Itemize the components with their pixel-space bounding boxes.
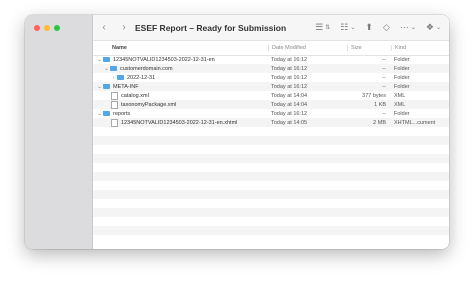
table-row[interactable]: ⌄ META-INF Today at 16:12 -- Folder xyxy=(93,82,449,91)
column-name-header[interactable]: Name xyxy=(93,45,268,51)
dropbox-button[interactable]: ❖ ⌄ xyxy=(426,22,441,33)
zoom-button[interactable] xyxy=(54,25,60,31)
folder-icon xyxy=(103,56,110,62)
row-kind: XHTML...cument xyxy=(394,119,436,126)
empty-row xyxy=(93,145,449,154)
row-name: 2022-12-31 xyxy=(127,74,156,81)
file-icon xyxy=(111,118,118,127)
empty-row xyxy=(93,163,449,172)
content-area: ‹ › ESEF Report – Ready for Submission ☰… xyxy=(93,15,449,249)
chevron-down-icon: ⌄ xyxy=(350,25,356,31)
empty-row xyxy=(93,136,449,145)
chevron-down-icon: ⌄ xyxy=(410,25,416,31)
table-row[interactable]: ⌄ 12345NOTVALID1234503-2022-12-31-en Tod… xyxy=(93,55,449,64)
table-row[interactable]: › 2022-12-31 Today at 16:12 -- Folder xyxy=(93,73,449,82)
row-size: 377 bytes xyxy=(362,92,386,99)
minimize-button[interactable] xyxy=(44,25,50,31)
empty-row xyxy=(93,154,449,163)
disclosure-open-icon[interactable]: ⌄ xyxy=(96,84,103,90)
row-name: reports xyxy=(113,110,131,117)
folder-icon xyxy=(117,74,124,80)
row-name: 12345NOTVALID1234503-2022-12-31-en xyxy=(113,56,215,63)
disclosure-open-icon[interactable]: ⌄ xyxy=(103,66,110,72)
row-name: taxonomyPackage.xml xyxy=(121,101,177,108)
grid-icon: ☷ xyxy=(340,22,349,32)
row-name: 12345NOTVALID1234503-2022-12-31-en.xhtml xyxy=(121,119,238,126)
disclosure-open-icon[interactable]: ⌄ xyxy=(96,57,103,63)
folder-icon xyxy=(110,65,117,71)
dropbox-icon: ❖ xyxy=(425,22,434,32)
column-size-header[interactable]: Size xyxy=(347,45,391,51)
row-kind: XML xyxy=(394,92,406,99)
close-button[interactable] xyxy=(34,25,40,31)
disclosure-closed-icon[interactable]: › xyxy=(110,75,117,81)
table-row[interactable]: 12345NOTVALID1234503-2022-12-31-en.xhtml… xyxy=(93,118,449,127)
grid-view-button[interactable]: ☷ ⌄ xyxy=(340,22,355,33)
list-view-button[interactable]: ☰ ⇅ xyxy=(315,22,330,33)
share-icon[interactable]: ⬆ xyxy=(365,22,373,33)
toolbar: ‹ › ESEF Report – Ready for Submission ☰… xyxy=(93,15,449,41)
table-row[interactable]: ⌄ reports Today at 16:12 -- Folder xyxy=(93,109,449,118)
row-name: catalog.xml xyxy=(121,92,149,99)
empty-row xyxy=(93,127,449,136)
empty-row xyxy=(93,226,449,235)
row-size: -- xyxy=(382,74,386,81)
table-row[interactable]: taxonomyPackage.xml Today at 14:04 1 KB … xyxy=(93,100,449,109)
empty-row xyxy=(93,172,449,181)
row-name: META-INF xyxy=(113,83,139,90)
row-kind: Folder xyxy=(394,110,410,117)
row-date: Today at 16:12 xyxy=(271,56,308,63)
row-date: Today at 16:12 xyxy=(271,65,308,72)
row-date: Today at 16:12 xyxy=(271,110,308,117)
row-size: -- xyxy=(382,83,386,90)
row-size: -- xyxy=(382,65,386,72)
empty-row xyxy=(93,199,449,208)
row-kind: Folder xyxy=(394,65,410,72)
row-date: Today at 16:12 xyxy=(271,83,308,90)
folder-icon xyxy=(103,110,110,116)
row-kind: Folder xyxy=(394,74,410,81)
row-kind: Folder xyxy=(394,83,410,90)
column-kind-header[interactable]: Kind xyxy=(391,45,449,51)
forward-icon[interactable]: › xyxy=(117,22,131,33)
row-name: customerdomain.com xyxy=(120,65,173,72)
back-icon[interactable]: ‹ xyxy=(97,22,111,33)
row-size: 2 MB xyxy=(373,119,386,126)
empty-row xyxy=(93,181,449,190)
more-button[interactable]: ⋯ ⌄ xyxy=(400,22,416,33)
file-list: ⌄ 12345NOTVALID1234503-2022-12-31-en Tod… xyxy=(93,55,449,249)
empty-row xyxy=(93,217,449,226)
row-kind: Folder xyxy=(394,56,410,63)
row-date: Today at 14:04 xyxy=(271,92,308,99)
table-row[interactable]: catalog.xml Today at 14:04 377 bytes XML xyxy=(93,91,449,100)
disclosure-open-icon[interactable]: ⌄ xyxy=(96,111,103,117)
window-title: ESEF Report – Ready for Submission xyxy=(135,22,287,33)
file-icon xyxy=(111,100,118,109)
chevron-down-icon: ⌄ xyxy=(435,25,441,31)
row-date: Today at 16:12 xyxy=(271,74,308,81)
chevron-updown-icon: ⇅ xyxy=(325,25,331,31)
list-icon: ☰ xyxy=(315,22,324,32)
row-size: 1 KB xyxy=(374,101,386,108)
empty-row xyxy=(93,208,449,217)
sidebar xyxy=(25,15,93,249)
tag-icon[interactable]: ◇ xyxy=(383,22,390,33)
folder-icon xyxy=(103,83,110,89)
row-size: -- xyxy=(382,56,386,63)
row-date: Today at 14:04 xyxy=(271,101,308,108)
ellipsis-circle-icon: ⋯ xyxy=(399,22,409,32)
row-kind: XML xyxy=(394,101,406,108)
empty-row xyxy=(93,190,449,199)
finder-window: ‹ › ESEF Report – Ready for Submission ☰… xyxy=(25,15,449,249)
column-date-header[interactable]: Date Modified xyxy=(268,45,347,51)
column-header: Name Date Modified Size Kind xyxy=(93,41,449,56)
row-date: Today at 14:05 xyxy=(271,119,308,126)
window-controls xyxy=(34,25,60,31)
file-icon xyxy=(111,91,118,100)
table-row[interactable]: ⌄ customerdomain.com Today at 16:12 -- F… xyxy=(93,64,449,73)
row-size: -- xyxy=(382,110,386,117)
